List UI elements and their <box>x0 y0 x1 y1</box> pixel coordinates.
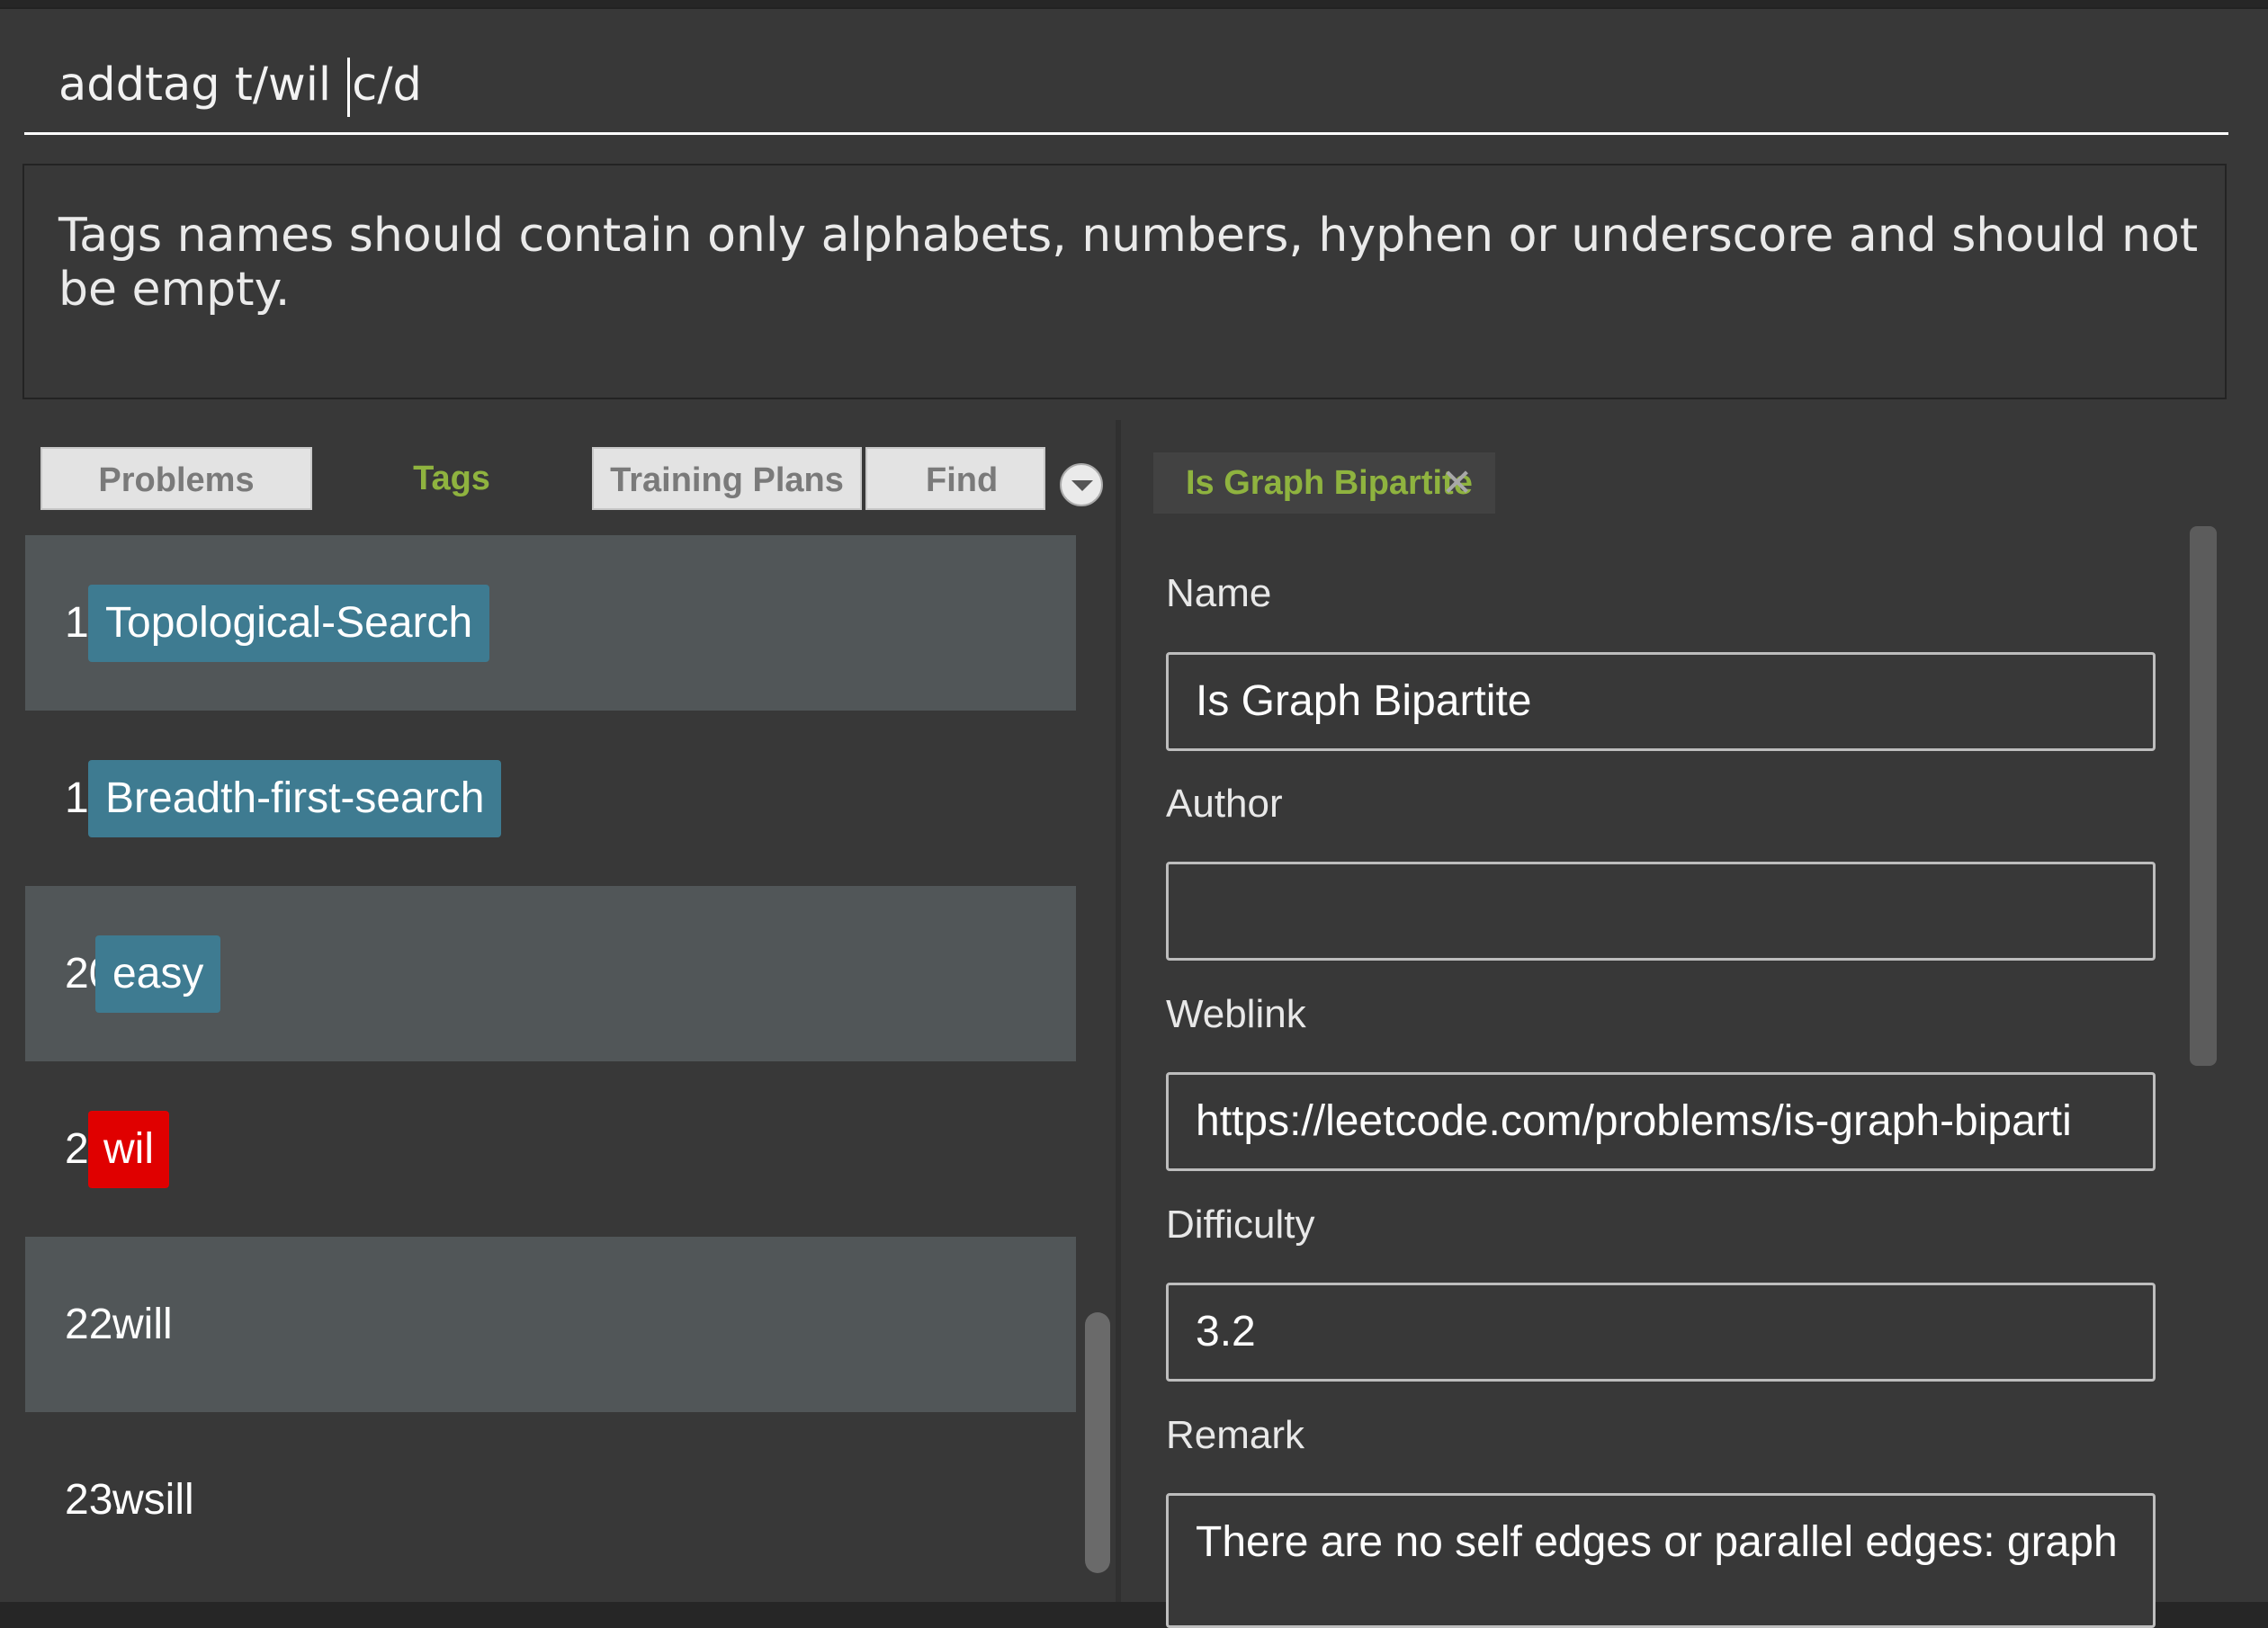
difficulty-label: Difficulty <box>1166 1203 1315 1247</box>
tag-chip: wsill <box>112 1476 194 1524</box>
detail-panel: Is Graph Bipartite ✕ Name Is Graph Bipar… <box>1121 420 2268 1628</box>
tab-problems[interactable]: Problems <box>40 447 312 510</box>
tag-chip: will <box>112 1301 173 1348</box>
list-item[interactable]: 20. easy <box>25 886 1076 1061</box>
result-display-area: Tags names should contain only alphabets… <box>0 146 2268 420</box>
text-cursor <box>347 58 351 117</box>
list-scrollbar-thumb[interactable] <box>1085 1312 1110 1573</box>
tab-bar: Problems Tags Training Plans Find Rul <box>0 420 1116 535</box>
tag-chip: Breadth-first-search <box>88 760 502 837</box>
result-message: Tags names should contain only alphabets… <box>58 209 2199 317</box>
list-item[interactable]: 21. wil <box>25 1061 1076 1237</box>
command-box: addtag t/wil c/d <box>0 7 2268 146</box>
tag-chip: Topological-Search <box>88 585 490 662</box>
command-input[interactable]: addtag t/wil c/d <box>24 36 2228 135</box>
remark-field[interactable]: There are no self edges or parallel edge… <box>1166 1493 2156 1628</box>
tag-chip: easy <box>95 935 221 1013</box>
tab-training-plans[interactable]: Training Plans <box>592 447 862 510</box>
remark-label: Remark <box>1166 1413 1305 1457</box>
detail-tab-title: Is Graph Bipartite <box>1186 464 1473 502</box>
name-field[interactable]: Is Graph Bipartite <box>1166 652 2156 751</box>
author-label: Author <box>1166 782 1283 826</box>
list-item[interactable]: 18. Topological-Search <box>25 535 1076 711</box>
close-icon[interactable]: ✕ <box>1441 452 1473 514</box>
app-window: addtag t/wil c/d Tags names should conta… <box>0 0 2268 1628</box>
result-box: Tags names should contain only alphabets… <box>22 164 2227 399</box>
difficulty-field[interactable]: 3.2 <box>1166 1283 2156 1382</box>
tab-tags[interactable]: Tags <box>313 447 590 510</box>
detail-tab[interactable]: Is Graph Bipartite ✕ <box>1153 452 1495 514</box>
tag-list[interactable]: 18. Topological-Search 19. Breadth-first… <box>25 535 1076 1588</box>
tag-chip: wil <box>88 1111 169 1188</box>
detail-scrollbar-thumb[interactable] <box>2190 526 2217 1066</box>
command-text-after: c/d <box>352 58 422 112</box>
list-item[interactable]: 22. will <box>25 1237 1076 1412</box>
tabs-dropdown-icon[interactable] <box>1060 463 1103 506</box>
name-label: Name <box>1166 571 1272 615</box>
author-field[interactable] <box>1166 862 2156 961</box>
command-text-before: addtag t/wil <box>58 58 346 112</box>
list-panel: Problems Tags Training Plans Find Rul 18… <box>0 420 1116 1602</box>
weblink-label: Weblink <box>1166 992 1306 1036</box>
list-item[interactable]: 19. Breadth-first-search <box>25 711 1076 886</box>
list-item[interactable]: 23. wsill <box>25 1412 1076 1588</box>
tab-find-rule[interactable]: Find Rul <box>865 447 1045 510</box>
weblink-field[interactable]: https://leetcode.com/problems/is-graph-b… <box>1166 1072 2156 1171</box>
